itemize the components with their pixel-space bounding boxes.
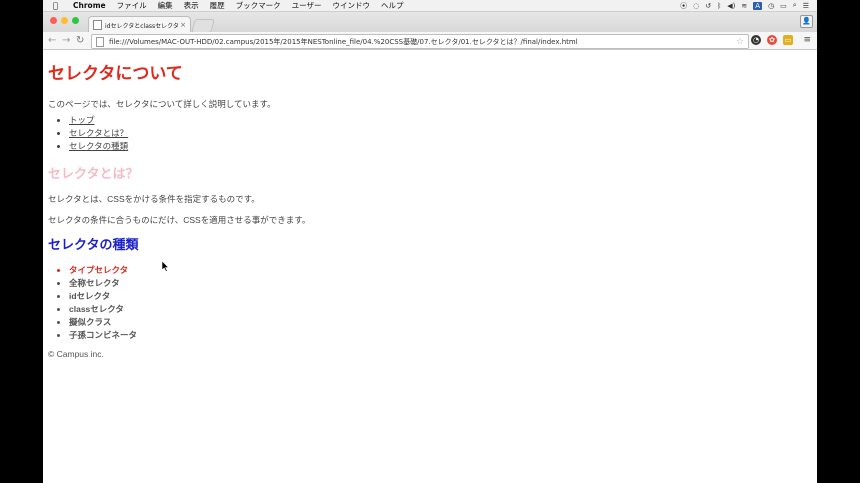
menu-bar:  Chrome ファイル 編集 表示 履歴 ブックマーク ユーザー ウインドウ… [43, 0, 817, 12]
history-icon[interactable]: ↺ [705, 2, 711, 10]
tab-active[interactable]: idセレクタとclassセレクタ × [88, 16, 191, 33]
selector-type-list: タイプセレクタ 全称セレクタ idセレクタ classセレクタ 擬似クラス 子孫… [48, 264, 808, 342]
nav-link-top[interactable]: トップ [69, 115, 95, 125]
sync-icon[interactable]: ◌ [693, 2, 699, 10]
forward-arrow-icon[interactable]: → [62, 35, 70, 46]
menu-user[interactable]: ユーザー [292, 0, 322, 11]
volume-icon[interactable]: ◀) [727, 2, 735, 10]
page-nav: トップ セレクタとは？ セレクタの種類 [48, 114, 808, 153]
page-footer: © Campus inc. [48, 349, 104, 359]
app-menu[interactable]: Chrome [73, 1, 106, 10]
menu-window[interactable]: ウインドウ [332, 0, 370, 11]
status-area: ⦿ ◌ ↺ ᛒ ◀) ≋ A ◷ ▭ ⌕ ☰ [680, 1, 809, 11]
nav-link-about[interactable]: セレクタとは？ [69, 128, 128, 138]
page-favicon-icon [93, 20, 102, 30]
tab-strip: idセレクタとclassセレクタ × 👤 [43, 12, 817, 33]
page-content: セレクタについて このページでは、セレクタについて詳しく説明しています。 トップ… [48, 50, 808, 360]
browser-menu-icon[interactable]: ≡ [803, 35, 811, 45]
menu-file[interactable]: ファイル [117, 0, 147, 11]
menu-edit[interactable]: 編集 [158, 0, 173, 11]
menu-view[interactable]: 表示 [184, 0, 199, 11]
extension-color-icon[interactable]: ✿ [767, 35, 777, 45]
extension-dial-icon[interactable]: ◔ [751, 35, 761, 45]
nav-item: セレクタとは？ [69, 127, 808, 140]
bluetooth-icon[interactable]: ᛒ [717, 2, 721, 10]
clock-icon[interactable]: ◷ [768, 2, 774, 10]
screen:  Chrome ファイル 編集 表示 履歴 ブックマーク ユーザー ウインドウ… [43, 0, 817, 483]
list-item: タイプセレクタ [69, 264, 808, 277]
reload-icon[interactable]: ↻ [76, 35, 84, 46]
url-text[interactable]: file:///Volumes/MAC-OUT-HDD/02.campus/20… [109, 37, 578, 47]
list-icon[interactable]: ☰ [803, 2, 809, 10]
extension-card-icon[interactable]: ▭ [783, 35, 793, 45]
list-item: 擬似クラス [69, 316, 808, 329]
back-arrow-icon[interactable]: ← [48, 35, 56, 46]
close-window-button[interactable] [50, 17, 57, 24]
tab-title: idセレクタとclassセレクタ [105, 22, 179, 30]
apple-menu-icon[interactable]:  [53, 1, 63, 10]
nav-item: セレクタの種類 [69, 140, 808, 153]
search-icon[interactable]: ⌕ [793, 1, 797, 10]
address-bar[interactable]: file:///Volumes/MAC-OUT-HDD/02.campus/20… [91, 34, 749, 49]
menu-bookmarks[interactable]: ブックマーク [236, 0, 281, 11]
tab-close-icon[interactable]: × [180, 21, 186, 29]
section-paragraph: セレクタの条件に合うものにだけ、CSSを適用させる事ができます。 [48, 215, 311, 225]
browser-toolbar: ← → ↻ file:///Volumes/MAC-OUT-HDD/02.cam… [43, 32, 817, 50]
menu-history[interactable]: 履歴 [210, 0, 225, 11]
mouse-cursor-icon [162, 261, 170, 272]
section-paragraph: セレクタとは、CSSをかける条件を指定するものです。 [48, 194, 260, 204]
list-item: idセレクタ [69, 290, 808, 303]
profile-icon[interactable]: 👤 [800, 15, 813, 28]
list-item: classセレクタ [69, 303, 808, 316]
menu-help[interactable]: ヘルプ [381, 0, 404, 11]
list-item: 全称セレクタ [69, 277, 808, 290]
nav-item: トップ [69, 114, 808, 127]
zoom-window-button[interactable] [72, 17, 79, 24]
list-item: 子孫コンビネータ [69, 329, 808, 342]
wifi-icon[interactable]: ≋ [741, 2, 747, 10]
section-heading-types: セレクタの種類 [48, 237, 139, 252]
page-icon [96, 36, 104, 47]
page-title: セレクタについて [48, 64, 183, 83]
battery-icon[interactable]: ▭ [780, 2, 787, 10]
nav-link-types[interactable]: セレクタの種類 [69, 141, 128, 151]
section-heading-about: セレクタとは？ [48, 166, 139, 181]
minimize-window-button[interactable] [61, 17, 68, 24]
intro-text: このページでは、セレクタについて詳しく説明しています。 [48, 99, 276, 109]
record-icon[interactable]: ⦿ [680, 1, 687, 11]
bookmark-star-icon[interactable]: ☆ [736, 37, 744, 47]
input-a-icon[interactable]: A [753, 1, 763, 10]
new-tab-button[interactable] [191, 19, 215, 33]
